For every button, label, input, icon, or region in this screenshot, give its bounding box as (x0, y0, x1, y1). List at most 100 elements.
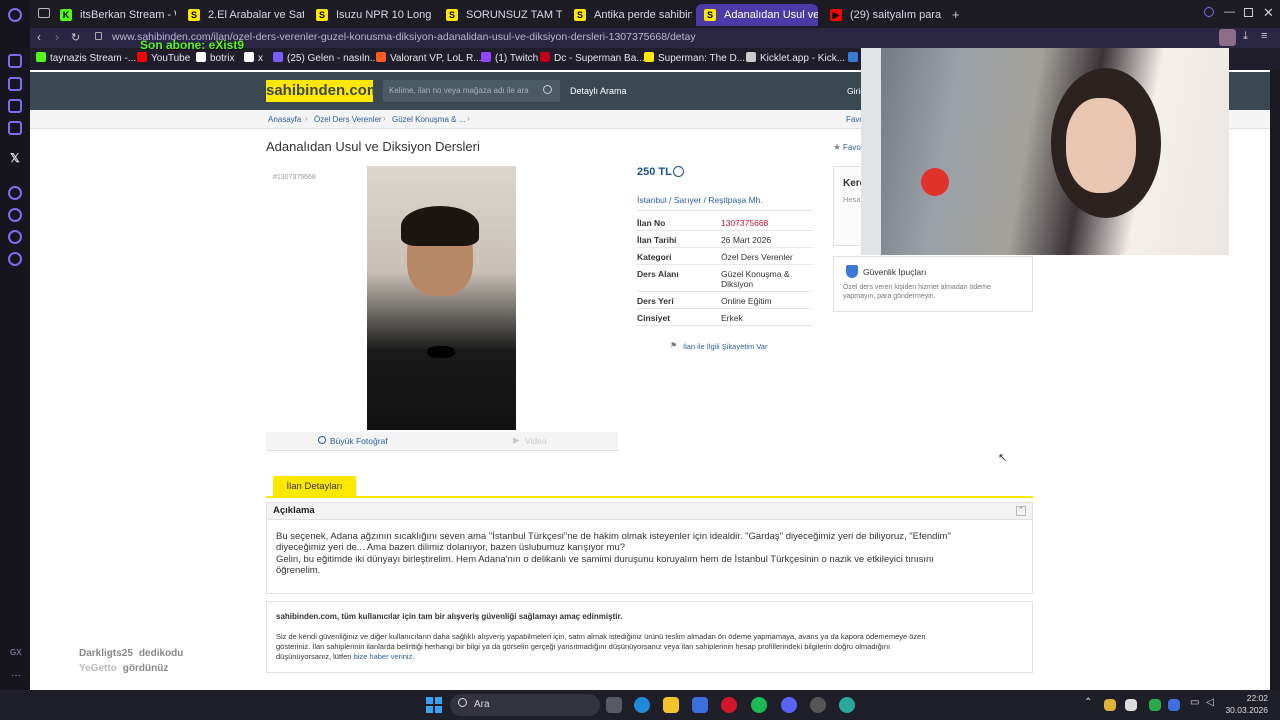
extensions-icon[interactable] (8, 230, 22, 244)
bookmark-item[interactable]: taynazis Stream -... (36, 52, 136, 64)
discord-icon[interactable] (781, 697, 797, 713)
music-icon[interactable] (8, 121, 22, 135)
site-logo[interactable]: sahibinden.com (266, 80, 380, 102)
browser-tab[interactable]: S Isuzu NPR 10 Long Model (308, 4, 434, 26)
video-button[interactable]: Video (525, 436, 547, 446)
listing-photo[interactable] (367, 166, 516, 430)
detail-value: Özel Ders Verenler (721, 252, 793, 262)
search-icon[interactable] (543, 85, 552, 94)
volume-icon[interactable]: ◁ (1206, 697, 1214, 708)
tab-label: 2.El Arabalar ve Satılık Sıfı (208, 9, 304, 21)
tab-listing-details[interactable]: İlan Detayları (273, 476, 356, 497)
bookmark-item[interactable]: Kicklet.app - Kick... (746, 52, 845, 64)
bookmark-item[interactable]: Valorant VP, LoL R... (376, 52, 482, 64)
detail-value: 26 Mart 2026 (721, 235, 772, 245)
bookmark-favicon-icon (137, 52, 147, 62)
tray-app-icon[interactable] (1104, 699, 1116, 711)
price-history-icon[interactable] (673, 166, 684, 177)
detail-tabs-underline (266, 496, 1033, 498)
clock-date[interactable]: 30.03.2026 (1220, 705, 1268, 715)
play-icon[interactable]: ▶ (513, 435, 520, 446)
profile-avatar[interactable] (1219, 29, 1236, 46)
opera-gx-icon[interactable] (721, 697, 737, 713)
minimize-icon[interactable]: — (1224, 6, 1235, 18)
sub-alert: Son abone: eXist9 (140, 38, 245, 52)
breadcrumb-separator-icon: › (467, 114, 470, 123)
tab-favicon-icon: S (188, 9, 200, 21)
tab-overview-icon[interactable] (38, 8, 50, 18)
bookmark-item[interactable]: x (244, 52, 263, 64)
location-district[interactable]: Sarıyer (674, 195, 701, 205)
collapse-icon[interactable]: ⌃ (1016, 506, 1026, 516)
browser-tab[interactable]: S SORUNSUZ TAM TAKIM - (438, 4, 562, 26)
network-icon[interactable]: ▭ (1190, 697, 1199, 708)
history-icon[interactable] (8, 208, 22, 222)
tray-app-icon[interactable] (1168, 699, 1180, 711)
bookmark-item[interactable]: (1) Twitch (481, 52, 538, 64)
breadcrumb-subcategory[interactable]: Güzel Konuşma & ... (392, 115, 465, 124)
messenger-icon[interactable] (8, 99, 22, 113)
close-window-icon[interactable]: ✕ (1263, 5, 1274, 21)
big-photo-button[interactable]: Büyük Fotoğraf (330, 436, 388, 446)
detail-key: İlan Tarihi (637, 235, 677, 245)
browser-tab[interactable]: S 2.El Arabalar ve Satılık Sıfı (180, 4, 304, 26)
spotify-icon[interactable] (751, 697, 767, 713)
bookmark-label: (1) Twitch (495, 53, 539, 64)
clock-time[interactable]: 22:02 (1228, 693, 1268, 703)
tray-app-icon[interactable] (1125, 699, 1137, 711)
gx-icon[interactable]: GX (10, 648, 22, 657)
taskbar-search-label[interactable]: Ara (474, 699, 490, 710)
windows-start-icon[interactable] (426, 697, 442, 713)
breadcrumb-home[interactable]: Anasayfa (268, 115, 301, 124)
download-icon[interactable]: ⤓ (1243, 30, 1248, 43)
favorite-star-icon[interactable]: ★ (833, 142, 841, 153)
tray-app-icon[interactable] (1149, 699, 1161, 711)
menu-icon[interactable]: ≡ (1261, 30, 1267, 42)
complaint-link[interactable]: İlan ile İlgili Şikayetim Var (683, 342, 767, 351)
browser-tab[interactable]: S Antika perde sahibinden.c (566, 4, 692, 26)
opera-logo-icon[interactable] (8, 8, 22, 22)
site-search-input[interactable]: Kelime, ilan no veya mağaza adı ile ara (383, 80, 560, 102)
bookmark-favicon-icon (36, 52, 46, 62)
detail-key: Cinsiyet (637, 313, 671, 323)
detail-key: Kategori (637, 252, 672, 262)
price: 250 TL (637, 166, 672, 178)
forward-icon[interactable]: › (55, 30, 59, 44)
task-view-icon[interactable] (606, 697, 622, 713)
app-icon[interactable] (839, 697, 855, 713)
bookmark-item[interactable]: Dc - Superman Ba... (540, 52, 645, 64)
steam-icon[interactable] (810, 697, 826, 713)
workspace-icon[interactable] (8, 77, 22, 91)
mouse-cursor-icon: ↖ (998, 452, 1008, 464)
player-icon[interactable] (8, 186, 22, 200)
file-explorer-icon[interactable] (663, 697, 679, 713)
browser-tab[interactable]: ▶ (29) saityalım para babası (822, 4, 942, 26)
zoom-icon[interactable] (318, 436, 326, 444)
maximize-icon[interactable] (1244, 8, 1253, 17)
search-tabs-icon[interactable] (1204, 7, 1214, 17)
reload-icon[interactable]: ↻ (71, 31, 80, 44)
chat-username: YeGetto (79, 663, 117, 674)
browser-tab[interactable]: KitsBerkan Stream - Watch (52, 4, 176, 26)
search-icon[interactable] (458, 698, 467, 707)
new-tab-plus-icon[interactable]: + (952, 7, 960, 22)
breadcrumb-category[interactable]: Özel Ders Verenler (314, 115, 382, 124)
store-icon[interactable] (692, 697, 708, 713)
tray-chevron-icon[interactable]: ⌃ (1084, 697, 1092, 708)
x-icon[interactable]: 𝕏 (10, 151, 20, 165)
location[interactable]: İstanbul / Sarıyer / Reşitpaşa Mh. (637, 195, 813, 211)
bookmark-item[interactable]: Superman: The D... (644, 52, 745, 64)
browser-tab[interactable]: S Adanalıdan Usul ve Diksiy (696, 4, 818, 26)
bookmark-item[interactable]: (25) Gelen - nasıln... (273, 52, 378, 64)
back-icon[interactable]: ‹ (37, 30, 41, 44)
taskbar-search[interactable] (450, 694, 600, 716)
bookmark-item[interactable]: botrix (196, 52, 234, 64)
location-neighborhood[interactable]: Reşitpaşa Mh. (708, 195, 762, 205)
more-icon[interactable]: ··· (11, 670, 21, 681)
location-city[interactable]: İstanbul (637, 195, 667, 205)
settings-gear-icon[interactable] (8, 252, 22, 266)
detailed-search-link[interactable]: Detaylı Arama (570, 86, 627, 96)
aria-icon[interactable] (8, 54, 22, 68)
bookmark-item[interactable]: YouTube (137, 52, 190, 64)
edge-icon[interactable] (634, 697, 650, 713)
